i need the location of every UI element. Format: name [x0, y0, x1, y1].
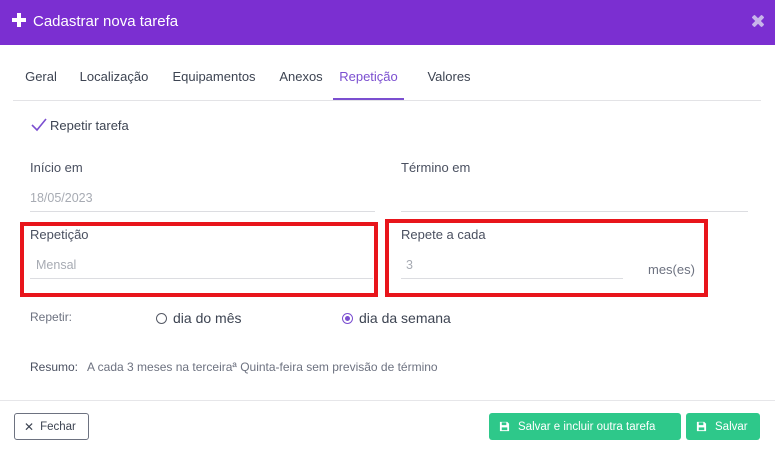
close-icon[interactable]: [752, 15, 764, 27]
check-icon[interactable]: [31, 118, 47, 132]
radio-label: dia do mês: [173, 310, 242, 326]
repeat-on-label: Repetir:: [30, 310, 73, 324]
end-date-underline: [401, 211, 748, 212]
save-and-include-label: Salvar e incluir outra tarefa: [518, 420, 656, 433]
start-date-label: Início em: [30, 160, 83, 175]
radio-label: dia da semana: [359, 310, 451, 326]
highlight-box-repetition: [20, 222, 378, 297]
plus-icon: [12, 13, 26, 27]
tab-equipamentos[interactable]: Equipamentos: [171, 58, 257, 99]
tab-localizacao[interactable]: Localização: [79, 58, 149, 99]
close-button[interactable]: ✕ Fechar: [14, 413, 89, 440]
close-button-label: Fechar: [40, 420, 76, 433]
save-icon: [696, 421, 707, 432]
save-button-label: Salvar: [715, 420, 748, 433]
radio-day-of-month[interactable]: dia do mês: [156, 310, 241, 326]
radio-day-of-week[interactable]: dia da semana: [342, 310, 451, 326]
footer-divider: [0, 400, 775, 401]
tab-repeticao[interactable]: Repetição: [333, 58, 404, 100]
radio-button-checked[interactable]: [342, 312, 353, 324]
summary-label: Resumo:: [30, 360, 79, 374]
task-modal: Cadastrar nova tarefa Geral Localização …: [0, 0, 775, 452]
start-date-underline: [30, 211, 375, 212]
save-icon: [499, 421, 510, 432]
modal-header: Cadastrar nova tarefa: [0, 0, 775, 45]
save-and-include-button[interactable]: Salvar e incluir outra tarefa: [489, 413, 681, 440]
tab-valores[interactable]: Valores: [426, 58, 472, 99]
summary-text: A cada 3 meses na terceiraª Quinta-feira…: [87, 360, 438, 374]
save-button[interactable]: Salvar: [686, 413, 760, 440]
tab-bar: Geral Localização Equipamentos Anexos Re…: [13, 58, 761, 101]
start-date-input[interactable]: 18/05/2023: [30, 191, 93, 205]
modal-title: Cadastrar nova tarefa: [33, 13, 179, 30]
repeat-task-label[interactable]: Repetir tarefa: [50, 118, 129, 133]
tab-geral[interactable]: Geral: [25, 58, 57, 99]
end-date-label: Término em: [401, 160, 471, 175]
tab-anexos[interactable]: Anexos: [279, 58, 323, 99]
radio-button[interactable]: [156, 312, 167, 324]
x-icon: ✕: [24, 419, 35, 434]
highlight-box-repeat-every: [385, 219, 708, 297]
